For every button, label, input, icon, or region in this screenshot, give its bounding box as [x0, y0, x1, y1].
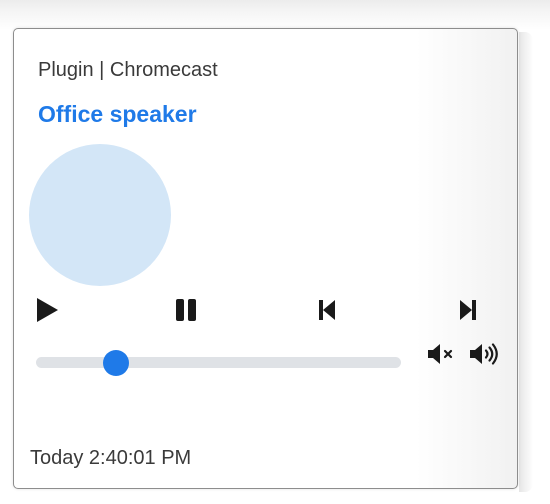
card-shadow — [519, 32, 533, 492]
page: Plugin | Chromecast Office speaker Today… — [0, 0, 550, 504]
last-updated-timestamp: Today 2:40:01 PM — [30, 447, 192, 469]
play-button[interactable] — [32, 295, 62, 325]
volume-up-button[interactable] — [469, 342, 501, 366]
chromecast-widget-card: Plugin | Chromecast Office speaker Today… — [13, 28, 518, 489]
pause-icon — [176, 299, 196, 321]
skip-next-icon — [460, 300, 476, 320]
plugin-title: Plugin | Chromecast — [38, 59, 218, 81]
playback-progress-slider[interactable] — [36, 350, 401, 376]
play-icon — [37, 298, 58, 322]
volume-mute-icon — [428, 344, 453, 364]
pause-button[interactable] — [171, 295, 201, 325]
next-button[interactable] — [453, 295, 483, 325]
device-name: Office speaker — [38, 101, 197, 127]
volume-up-icon — [470, 343, 498, 365]
mute-button[interactable] — [427, 342, 457, 366]
slider-thumb[interactable] — [103, 350, 130, 376]
skip-previous-icon — [319, 300, 335, 320]
previous-button[interactable] — [312, 295, 342, 325]
album-artwork-placeholder — [29, 144, 171, 286]
slider-track — [36, 357, 401, 368]
